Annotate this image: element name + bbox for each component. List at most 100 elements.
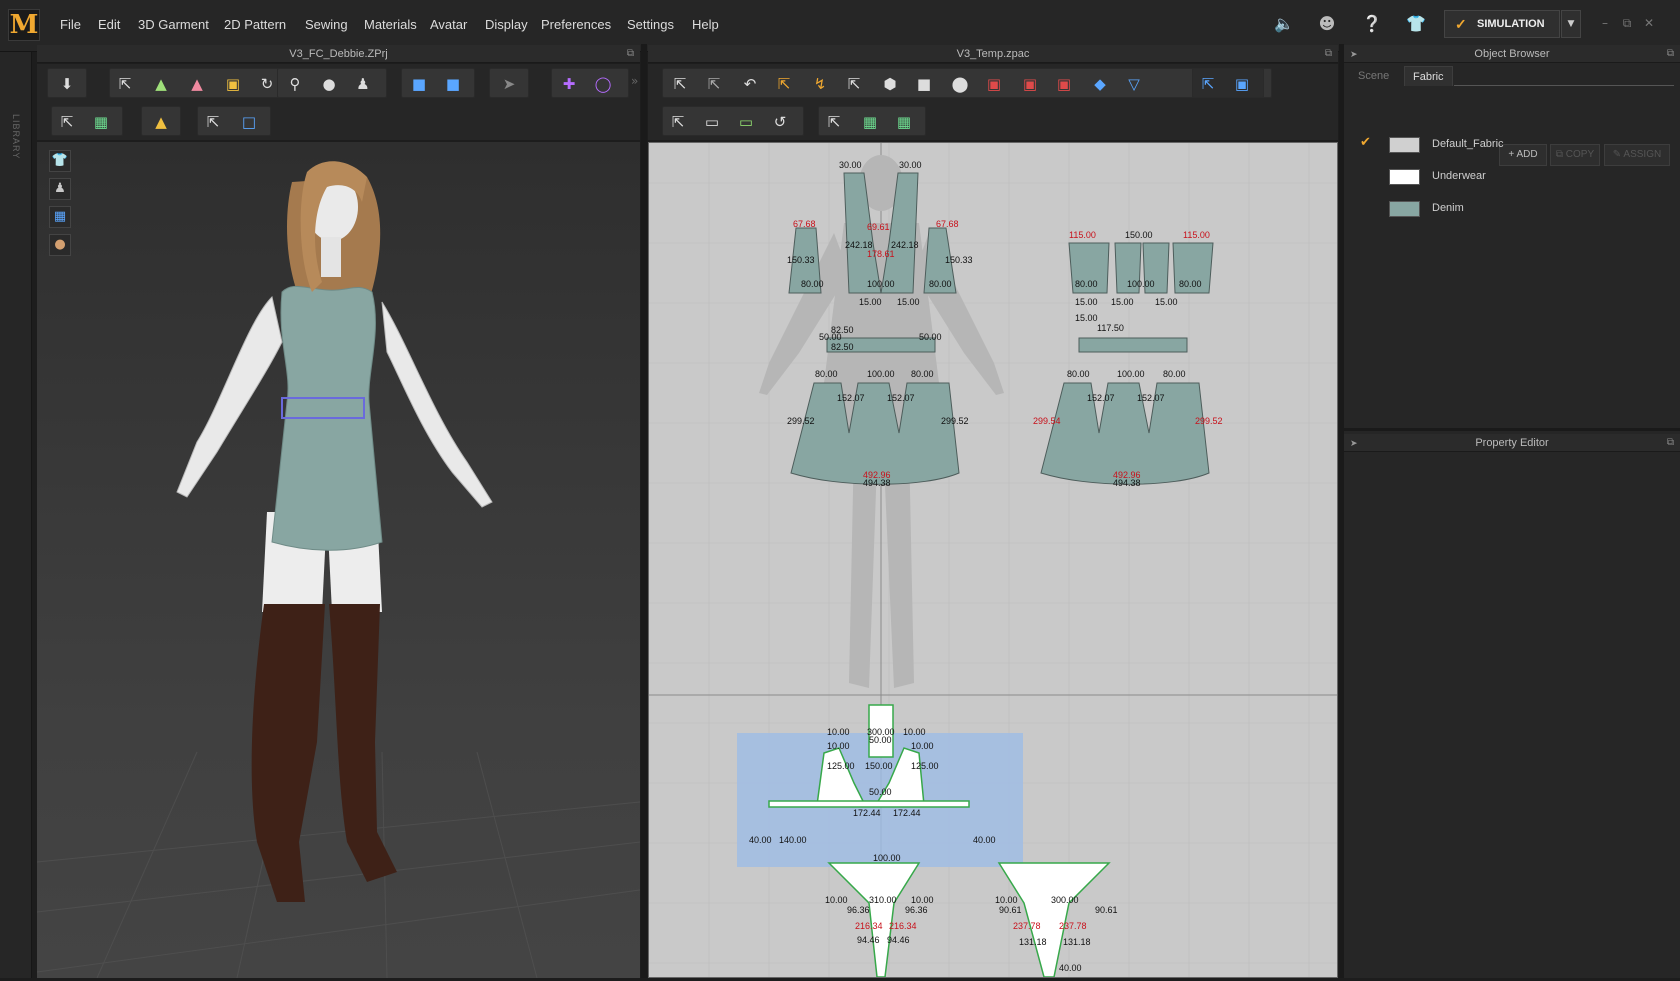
dart-icon[interactable]: ◆ bbox=[1089, 73, 1111, 95]
polygon-icon[interactable]: ⬢ bbox=[879, 73, 901, 95]
garment-display-icon[interactable]: 👕 bbox=[49, 150, 71, 172]
view2d-viewport[interactable]: 30.00 30.00 67.68 67.68 150.33 150.33 80… bbox=[648, 142, 1338, 978]
tool-group: ➤ bbox=[489, 68, 529, 98]
menu-display[interactable]: Display bbox=[485, 17, 528, 32]
fold-icon[interactable]: ▽ bbox=[1123, 73, 1145, 95]
curve-point-icon[interactable]: ↯ bbox=[809, 73, 831, 95]
grid-texture-icon[interactable]: ▦ bbox=[90, 111, 112, 133]
measure-label: 150.33 bbox=[945, 255, 973, 265]
internal-polygon-icon[interactable]: ▣ bbox=[983, 73, 1005, 95]
free-sewing-icon[interactable]: ▭ bbox=[701, 111, 723, 133]
close-icon[interactable]: ✕ bbox=[1642, 16, 1656, 30]
measure-label: 94.46 bbox=[887, 935, 910, 945]
internal-rectangle-icon[interactable]: ▣ bbox=[1019, 73, 1041, 95]
select-texture-2d-icon[interactable]: ⇱ bbox=[1197, 73, 1219, 95]
menu-materials[interactable]: Materials bbox=[364, 17, 417, 32]
face-display-icon[interactable]: ● bbox=[49, 234, 71, 256]
garment-front-icon[interactable]: ■ bbox=[408, 73, 430, 95]
add-point-icon[interactable]: ⇱ bbox=[773, 73, 795, 95]
measure-label: 140.00 bbox=[779, 835, 807, 845]
puckering-icon[interactable]: ▲ bbox=[150, 111, 172, 133]
menu-file[interactable]: File bbox=[60, 17, 81, 32]
underwear-front[interactable] bbox=[827, 862, 921, 978]
menu-help[interactable]: Help bbox=[692, 17, 719, 32]
collapse-arrow-icon[interactable]: ➤ bbox=[1350, 434, 1358, 452]
circle-icon[interactable]: ⬤ bbox=[949, 73, 971, 95]
select-texture-tool-icon[interactable]: ⇱ bbox=[823, 111, 845, 133]
internal-circle-icon[interactable]: ▣ bbox=[1053, 73, 1075, 95]
maximize-icon[interactable]: ⧉ bbox=[1325, 45, 1332, 63]
fabric-item-denim[interactable]: Denim bbox=[1344, 195, 1680, 225]
view3d-viewport[interactable]: 👕 ♟ ▦ ● bbox=[36, 142, 641, 979]
measure-label: 80.00 bbox=[1067, 369, 1090, 379]
library-label: LIBRARY bbox=[11, 114, 21, 160]
view-splitter[interactable] bbox=[641, 44, 647, 978]
menu-edit[interactable]: Edit bbox=[98, 17, 120, 32]
menu-preferences[interactable]: Preferences bbox=[541, 17, 611, 32]
fabric-item-default[interactable]: ✔ Default_Fabric bbox=[1344, 131, 1680, 161]
measure-label: 172.44 bbox=[893, 808, 921, 818]
underwear-back[interactable] bbox=[997, 862, 1111, 978]
edit-point-icon[interactable]: ⇱ bbox=[703, 73, 725, 95]
select-mesh-icon[interactable]: ▲ bbox=[150, 73, 172, 95]
measure-icon[interactable]: ✚ bbox=[558, 73, 580, 95]
menu-3d-garment[interactable]: 3D Garment bbox=[138, 17, 209, 32]
maximize-icon[interactable]: ⧉ bbox=[1667, 434, 1674, 452]
garment-add-icon[interactable]: 👕 bbox=[1406, 14, 1426, 34]
select-graphic-icon[interactable]: ⇱ bbox=[202, 111, 224, 133]
tack-icon[interactable]: ● bbox=[318, 73, 340, 95]
select-move-icon[interactable]: ⇱ bbox=[114, 73, 136, 95]
speaker-icon[interactable]: 🔈 bbox=[1274, 14, 1294, 34]
collapse-arrow-icon[interactable]: ➤ bbox=[1350, 45, 1358, 63]
menu-2d-pattern[interactable]: 2D Pattern bbox=[224, 17, 286, 32]
garment-back-icon[interactable]: ■ bbox=[442, 73, 464, 95]
tool-group: ✚ ◯ bbox=[551, 68, 629, 98]
simulation-dropdown[interactable]: ▼ bbox=[1561, 10, 1581, 38]
pattern-piece[interactable] bbox=[1078, 337, 1188, 353]
fabric-item-underwear[interactable]: Underwear bbox=[1344, 163, 1680, 193]
tab-scene[interactable]: Scene bbox=[1350, 66, 1397, 86]
sewing-tape-icon[interactable]: ▭ bbox=[735, 111, 757, 133]
flatten-icon[interactable]: ▦ bbox=[893, 111, 915, 133]
measure-label: 10.00 bbox=[911, 895, 934, 905]
help-icon[interactable]: ❔ bbox=[1362, 14, 1382, 34]
edit-texture-icon[interactable]: ▣ bbox=[1231, 73, 1253, 95]
menu-sewing[interactable]: Sewing bbox=[305, 17, 348, 32]
rectangle-icon[interactable]: ■ bbox=[913, 73, 935, 95]
grid-icon[interactable]: ▦ bbox=[859, 111, 881, 133]
transform-icon[interactable]: ▣ bbox=[222, 73, 244, 95]
restore-icon[interactable]: ⧉ bbox=[1620, 16, 1634, 30]
segment-sewing-icon[interactable]: ⇱ bbox=[667, 111, 689, 133]
graphic-icon[interactable]: □ bbox=[238, 111, 260, 133]
tab-fabric[interactable]: Fabric bbox=[1404, 66, 1453, 86]
minimize-icon[interactable]: – bbox=[1598, 16, 1612, 30]
underwear-band[interactable] bbox=[768, 800, 970, 808]
underwear-bottoms[interactable] bbox=[827, 862, 1111, 978]
measure-label: 67.68 bbox=[936, 219, 959, 229]
panel-splitter-vertical[interactable] bbox=[1339, 44, 1344, 978]
library-strip[interactable]: LIBRARY bbox=[0, 52, 32, 978]
transform-pattern-icon[interactable]: ⇱ bbox=[669, 73, 691, 95]
menu-settings[interactable]: Settings bbox=[627, 17, 674, 32]
maximize-icon[interactable]: ⧉ bbox=[1667, 45, 1674, 63]
menu-avatar[interactable]: Avatar bbox=[430, 17, 467, 32]
simulation-button[interactable]: ✓ SIMULATION bbox=[1444, 10, 1560, 38]
user-icon[interactable]: ☻ bbox=[1317, 14, 1337, 34]
avatar-icon[interactable]: ♟ bbox=[352, 73, 374, 95]
avatar-display-icon[interactable]: ♟ bbox=[49, 178, 71, 200]
import-down-icon[interactable]: ⬇ bbox=[56, 73, 78, 95]
select-garment-icon[interactable]: ▲ bbox=[186, 73, 208, 95]
walk-icon[interactable]: ➤ bbox=[498, 73, 520, 95]
select-texture-icon[interactable]: ⇱ bbox=[56, 111, 78, 133]
maximize-icon[interactable]: ⧉ bbox=[627, 45, 634, 63]
measure-label: 100.00 bbox=[873, 853, 901, 863]
overflow-icon[interactable]: » bbox=[631, 74, 638, 88]
panel-splitter[interactable] bbox=[1344, 428, 1680, 431]
edit-sewing-icon[interactable]: ⇱ bbox=[843, 73, 865, 95]
texture-display-icon[interactable]: ▦ bbox=[49, 206, 71, 228]
pin-icon[interactable]: ⚲ bbox=[284, 73, 306, 95]
check-sewing-icon[interactable]: ↺ bbox=[769, 111, 791, 133]
circumference-icon[interactable]: ◯ bbox=[592, 73, 614, 95]
rotate-icon[interactable]: ↻ bbox=[256, 73, 278, 95]
edit-curve-icon[interactable]: ↶ bbox=[739, 73, 761, 95]
